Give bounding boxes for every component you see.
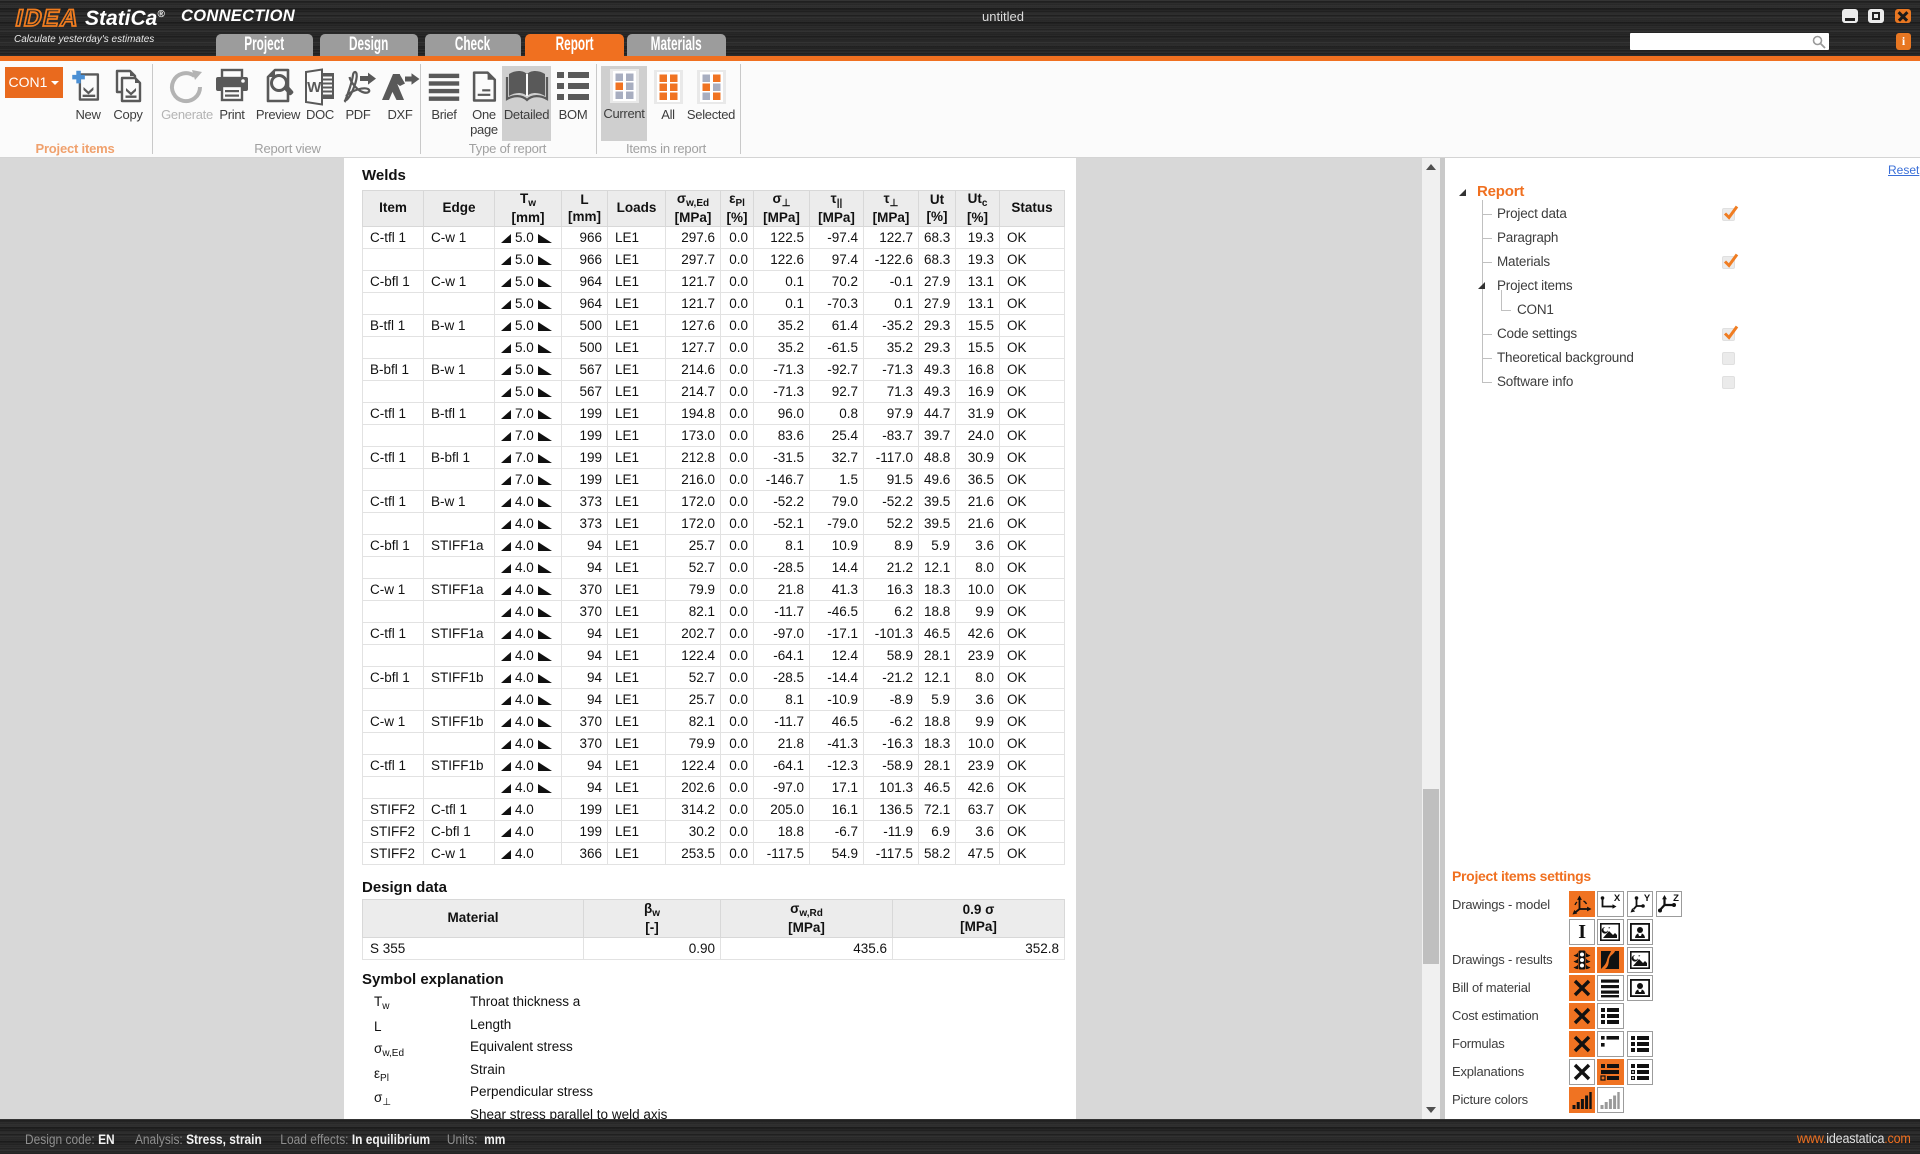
svg-text:Z: Z xyxy=(1673,893,1679,904)
svg-text:W: W xyxy=(307,79,322,96)
svg-text:Y: Y xyxy=(1644,893,1651,904)
svg-text:X: X xyxy=(1614,893,1621,904)
